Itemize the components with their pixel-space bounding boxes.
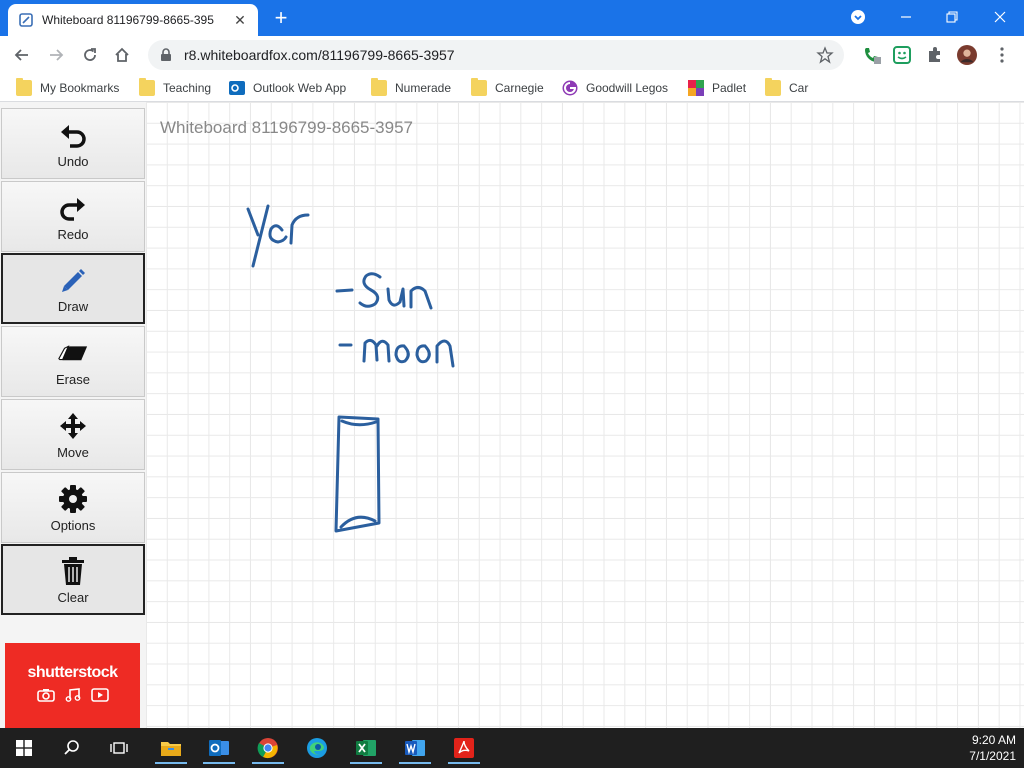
browser-toolbar: r8.whiteboardfox.com/81196799-8665-3957	[0, 36, 1024, 74]
bookmark-padlet[interactable]: Padlet	[688, 79, 746, 97]
bookmark-star-icon[interactable]	[816, 46, 834, 64]
bookmark-label: Outlook Web App	[253, 81, 347, 95]
music-note-icon	[65, 688, 81, 707]
address-bar[interactable]: r8.whiteboardfox.com/81196799-8665-3957	[148, 40, 844, 70]
acrobat-icon[interactable]	[444, 732, 484, 764]
bookmark-numerade[interactable]: Numerade	[371, 78, 452, 97]
bookmark-goodwill-legos[interactable]: Goodwill Legos	[562, 79, 668, 97]
move-icon	[57, 410, 89, 442]
goodwill-icon	[562, 80, 578, 96]
ad-brand: shutterstock	[27, 664, 118, 681]
folder-icon	[471, 78, 487, 96]
search-icon[interactable]	[52, 732, 92, 764]
draw-button[interactable]: Draw	[1, 253, 145, 324]
tab-close-icon[interactable]: ✕	[232, 12, 248, 28]
move-button[interactable]: Move	[1, 399, 145, 470]
bookmark-label: Carnegie	[495, 81, 544, 95]
bookmark-label: Teaching	[163, 81, 212, 95]
excel-icon[interactable]	[346, 732, 386, 764]
chrome-icon[interactable]	[248, 732, 288, 764]
outlook-icon	[229, 80, 245, 96]
bookmark-car[interactable]: Car	[765, 78, 809, 97]
tab-search-icon[interactable]	[836, 4, 880, 30]
home-button[interactable]	[108, 41, 136, 69]
outlook-taskbar-icon[interactable]	[199, 732, 239, 764]
close-window-button[interactable]	[978, 4, 1022, 30]
forward-button[interactable]	[42, 41, 70, 69]
extensions-puzzle-icon[interactable]	[925, 45, 945, 65]
task-view-icon[interactable]	[99, 732, 139, 764]
restore-button[interactable]	[930, 4, 974, 30]
camera-icon	[36, 688, 55, 707]
profile-avatar[interactable]	[957, 45, 977, 65]
pencil-icon	[57, 264, 89, 296]
padlet-icon	[688, 80, 704, 96]
tool-label: Draw	[57, 298, 89, 314]
word-icon[interactable]	[395, 732, 435, 764]
lock-icon[interactable]	[160, 48, 174, 62]
bookmark-label: My Bookmarks	[40, 81, 120, 95]
undo-button[interactable]: Undo	[1, 108, 145, 179]
video-play-icon	[90, 688, 109, 707]
bookmark-label: Padlet	[712, 81, 747, 95]
url-text: r8.whiteboardfox.com/81196799-8665-3957	[184, 47, 455, 63]
folder-icon	[371, 78, 387, 96]
undo-icon	[57, 119, 89, 151]
bookmark-outlook-web-app[interactable]: Outlook Web App	[229, 79, 346, 97]
bookmark-my-bookmarks[interactable]: My Bookmarks	[16, 78, 120, 97]
reload-button[interactable]	[76, 41, 104, 69]
gear-icon	[57, 483, 89, 515]
bookmark-carnegie[interactable]: Carnegie	[471, 78, 544, 97]
bookmark-label: Car	[789, 81, 809, 95]
new-tab-button[interactable]: +	[268, 5, 294, 30]
redo-button[interactable]: Redo	[1, 181, 145, 252]
tool-label: Clear	[57, 589, 89, 605]
erase-button[interactable]: Erase	[1, 326, 145, 397]
folder-icon	[765, 78, 781, 96]
back-button[interactable]	[8, 41, 36, 69]
tool-label: Options	[50, 517, 96, 533]
tool-label: Redo	[57, 226, 89, 242]
bookmark-label: Goodwill Legos	[586, 81, 669, 95]
folder-icon	[16, 78, 32, 96]
bookmarks-bar: My Bookmarks Teaching Outlook Web App Nu…	[0, 74, 1024, 102]
edge-icon[interactable]	[297, 732, 337, 764]
clock-date: 7/1/2021	[969, 749, 1016, 763]
whiteboard-favicon-icon	[18, 12, 34, 28]
clock-time: 9:20 AM	[971, 733, 1016, 747]
whiteboard-title: Whiteboard 81196799-8665-3957	[160, 118, 413, 137]
browser-tab[interactable]: Whiteboard 81196799-8665-395 ✕	[8, 4, 258, 36]
trash-icon	[57, 555, 89, 587]
system-clock[interactable]: 9:20 AM 7/1/2021	[969, 732, 1016, 764]
browser-menu-icon[interactable]	[992, 45, 1012, 65]
minimize-button[interactable]	[884, 4, 928, 30]
file-explorer-icon[interactable]	[151, 732, 191, 764]
tool-panel: Undo Redo Draw Erase Move Options Clear	[0, 102, 146, 728]
redo-icon	[57, 192, 89, 224]
whiteboard-canvas[interactable]	[146, 102, 1024, 728]
bookmark-label: Numerade	[395, 81, 452, 95]
browser-tab-strip: Whiteboard 81196799-8665-395 ✕ +	[0, 0, 1024, 36]
folder-icon	[139, 78, 155, 96]
tab-title: Whiteboard 81196799-8665-395	[42, 13, 214, 27]
windows-start-icon[interactable]	[4, 732, 44, 764]
tool-label: Undo	[57, 153, 89, 169]
tool-label: Move	[57, 444, 89, 460]
shutterstock-ad[interactable]: shutterstock	[5, 643, 140, 728]
phone-extension-icon[interactable]	[862, 45, 882, 65]
bookmark-teaching[interactable]: Teaching	[139, 78, 212, 97]
clear-button[interactable]: Clear	[1, 544, 145, 615]
eraser-icon	[57, 337, 89, 369]
screencastify-extension-icon[interactable]	[892, 45, 912, 65]
options-button[interactable]: Options	[1, 472, 145, 543]
tool-label: Erase	[56, 371, 90, 387]
windows-taskbar: 9:20 AM 7/1/2021	[0, 728, 1024, 768]
